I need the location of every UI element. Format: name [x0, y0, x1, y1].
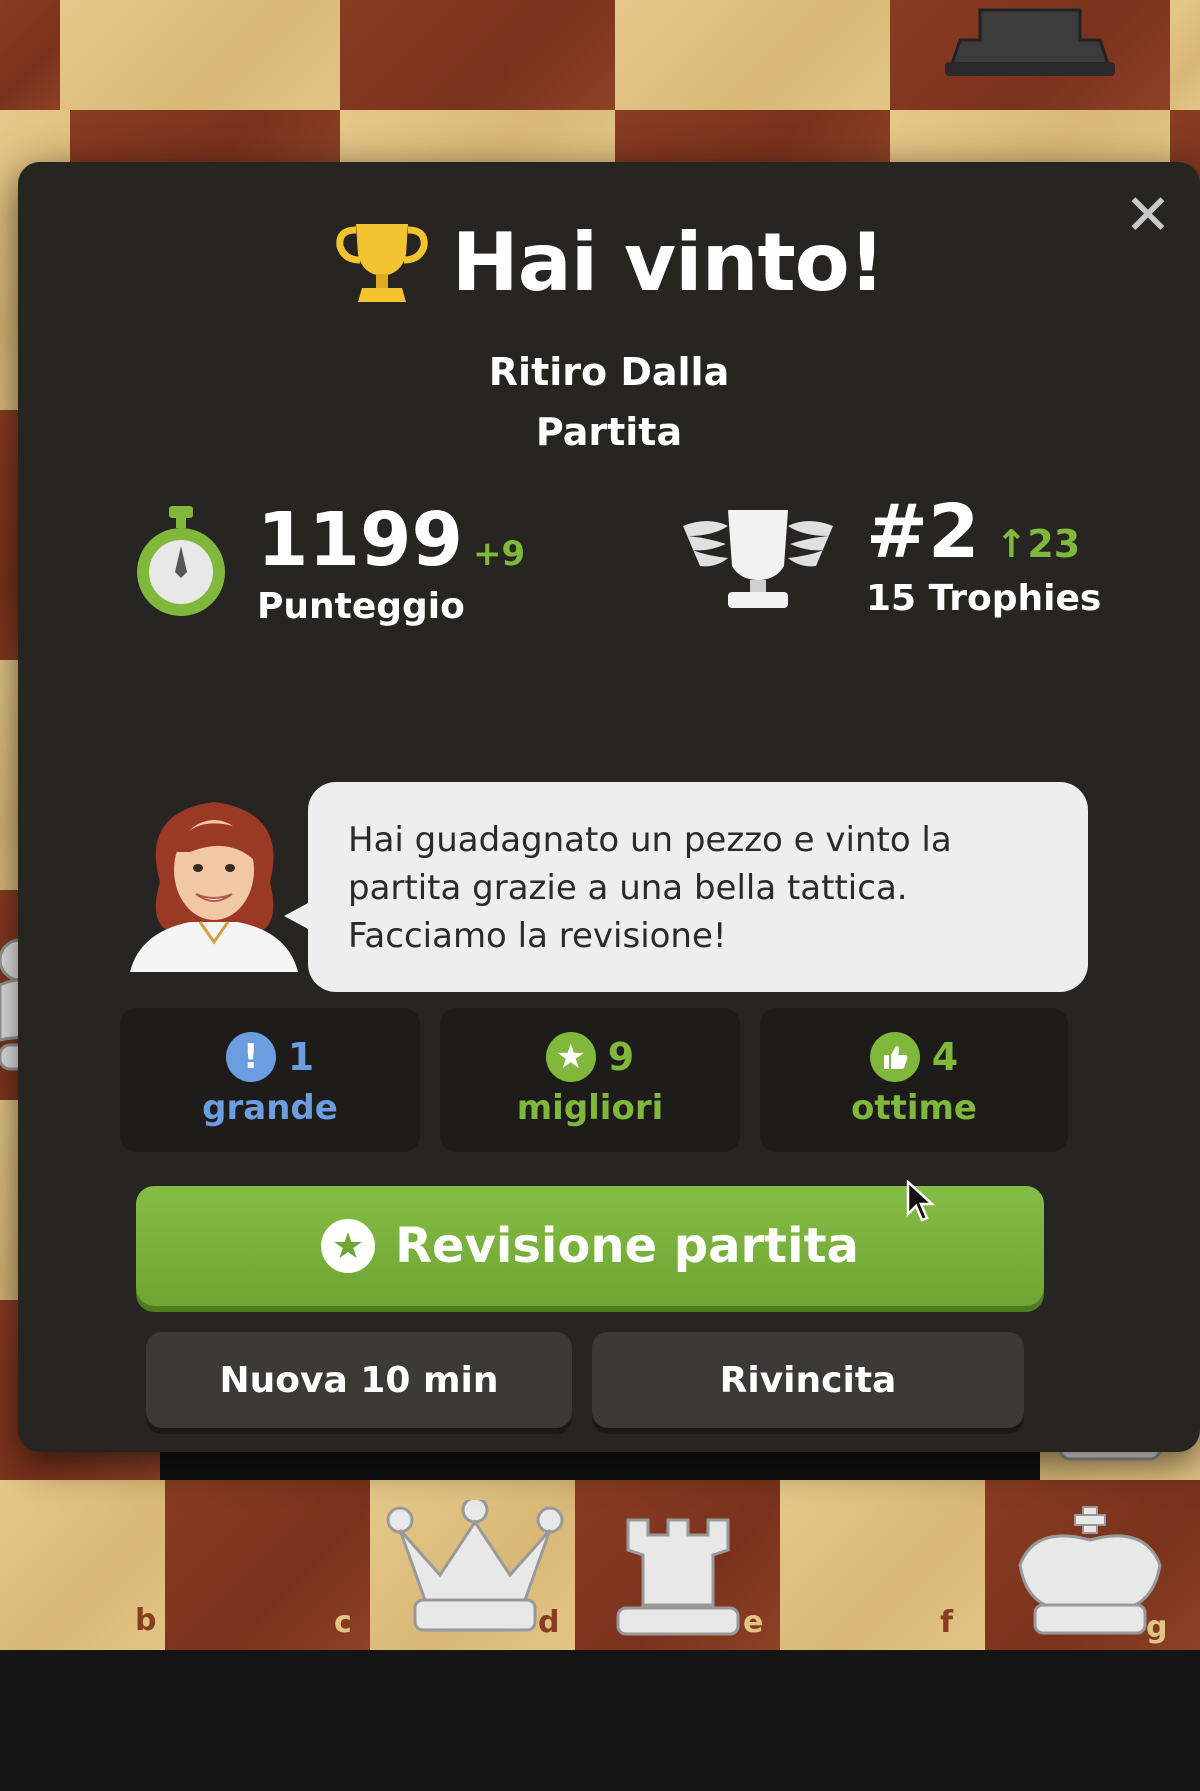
white-queen-piece[interactable] — [380, 1500, 570, 1640]
board-square — [890, 110, 1170, 170]
board-square — [60, 0, 340, 110]
star-icon: ★ — [545, 1032, 596, 1082]
rank-label: 15 Trophies — [866, 578, 1102, 619]
rating-stat: 1199 +9 Punteggio — [133, 500, 525, 627]
trophy-icon — [336, 224, 428, 302]
move-stat-count: 9 — [607, 1035, 635, 1079]
game-review-label: Revisione partita — [395, 1218, 859, 1274]
mouse-cursor-icon — [906, 1180, 936, 1222]
move-stat-great[interactable]: ! 1 grande — [120, 1008, 420, 1152]
result-reason-line: Ritiro Dalla — [488, 350, 730, 394]
winged-trophy-icon — [683, 509, 833, 608]
black-rook-piece[interactable] — [930, 0, 1130, 80]
result-reason-line: Partita — [535, 410, 683, 454]
stopwatch-icon — [137, 505, 225, 616]
move-stat-label: grande — [202, 1088, 338, 1128]
board-square — [70, 110, 340, 170]
result-reason: Ritiro Dalla Partita — [18, 342, 1200, 462]
move-stat-label: ottime — [850, 1088, 977, 1128]
file-label: b — [135, 1603, 157, 1638]
board-square — [0, 0, 60, 110]
board-square — [1170, 0, 1200, 110]
file-label: c — [334, 1605, 352, 1640]
board-square — [780, 1480, 985, 1650]
white-king-piece[interactable] — [1005, 1505, 1175, 1640]
move-stat-count: 4 — [931, 1035, 959, 1079]
move-stat-best[interactable]: ★ 9 migliori — [440, 1008, 740, 1152]
rematch-button[interactable]: Rivincita — [592, 1332, 1024, 1428]
star-icon: ★ — [321, 1219, 376, 1273]
bottom-bar — [0, 1650, 1200, 1791]
file-label: f — [940, 1605, 954, 1640]
result-title: Hai vinto! — [451, 215, 885, 309]
move-stat-excellent[interactable]: 4 ottime — [760, 1008, 1068, 1152]
rank-change-value: 23 — [1027, 522, 1081, 566]
new-game-button[interactable]: Nuova 10 min — [146, 1332, 572, 1428]
rating-value: 1199 — [257, 497, 463, 583]
arrow-up-icon: ↑ — [995, 522, 1028, 566]
rating-label: Punteggio — [257, 586, 465, 627]
thumbs-up-icon — [869, 1032, 920, 1082]
rating-delta: +9 — [472, 534, 526, 574]
board-square — [340, 0, 615, 110]
coach-speech-bubble: Hai guadagnato un pezzo e vinto la parti… — [308, 782, 1088, 992]
board-square — [340, 110, 615, 170]
white-rook-piece[interactable] — [608, 1510, 748, 1640]
board-square — [615, 110, 890, 170]
move-stat-count: 1 — [287, 1035, 315, 1079]
board-square — [615, 0, 890, 110]
rank-stat: #2 ↑23 15 Trophies — [678, 492, 1101, 619]
title-row: Hai vinto! — [18, 212, 1200, 312]
speech-bubble-tail — [284, 902, 310, 930]
game-over-modal: ✕ Hai vinto! Ritiro Dalla Partita 1199 +… — [18, 162, 1200, 1452]
rank-change: ↑23 — [996, 522, 1081, 566]
rank-value: #2 — [866, 489, 980, 575]
move-stat-label: migliori — [516, 1088, 664, 1128]
exclamation-icon: ! — [225, 1032, 276, 1082]
coach-avatar — [130, 802, 298, 972]
